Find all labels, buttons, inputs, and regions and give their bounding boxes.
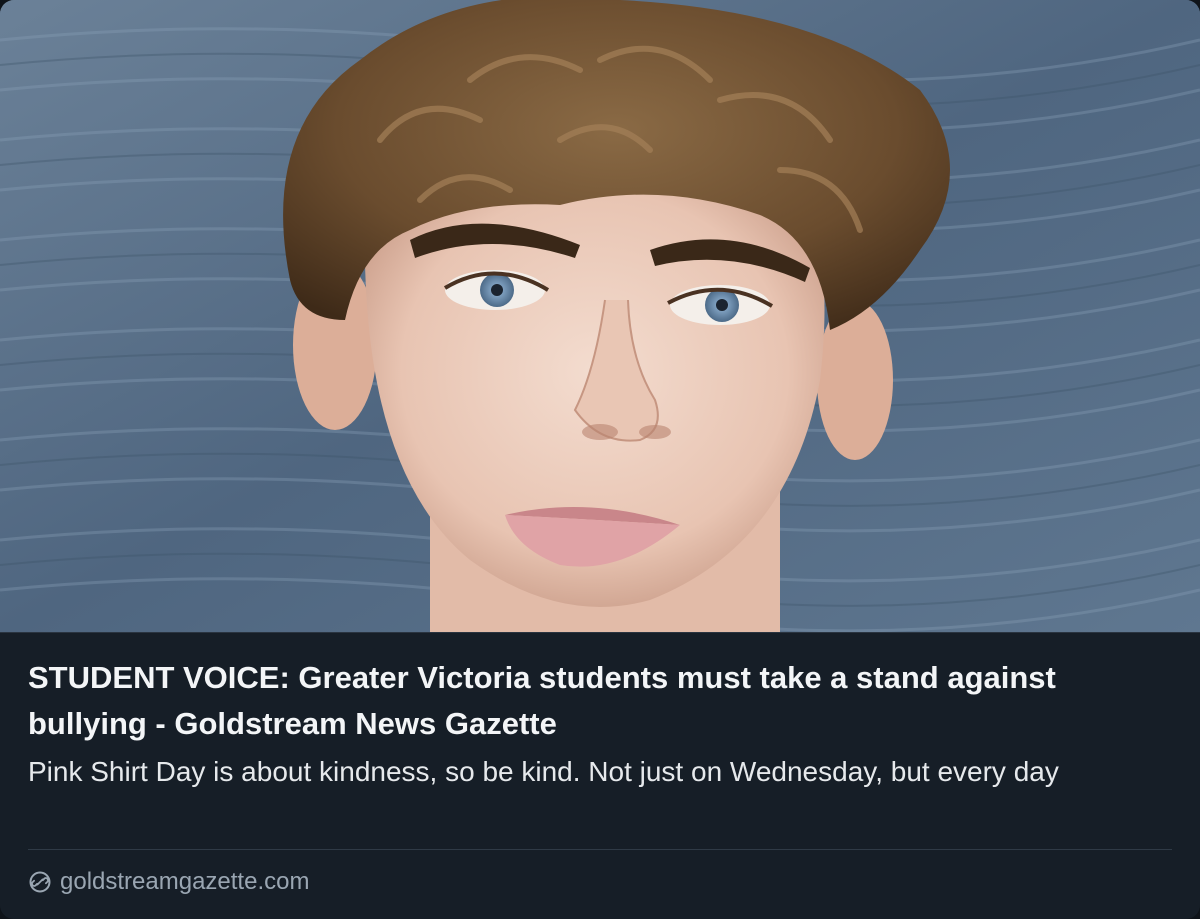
link-preview-details: STUDENT VOICE: Greater Victoria students… <box>0 632 1200 919</box>
link-icon <box>29 871 51 893</box>
link-preview-card[interactable]: STUDENT VOICE: Greater Victoria students… <box>0 0 1200 919</box>
divider <box>28 849 1172 850</box>
portrait-illustration <box>0 0 1200 632</box>
article-image[interactable] <box>0 0 1200 632</box>
article-headline[interactable]: STUDENT VOICE: Greater Victoria students… <box>28 655 1158 747</box>
source-domain: goldstreamgazette.com <box>60 868 310 895</box>
source-link[interactable]: goldstreamgazette.com <box>28 867 309 897</box>
article-description: Pink Shirt Day is about kindness, so be … <box>28 756 1059 787</box>
